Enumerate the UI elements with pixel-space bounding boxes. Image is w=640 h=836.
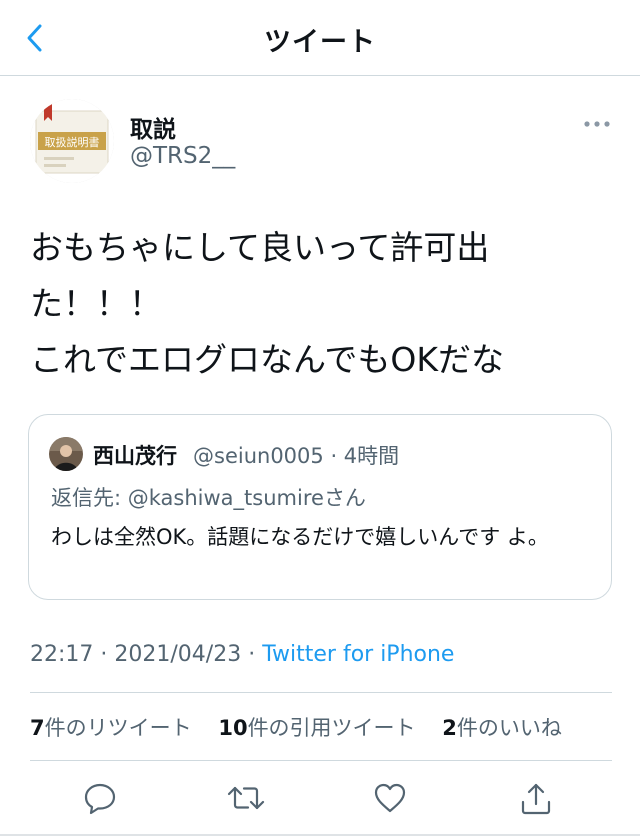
- meta-separator: ·: [100, 642, 108, 667]
- heart-icon: [374, 783, 406, 813]
- quotes-count: 10: [218, 716, 248, 740]
- reply-suffix: さん: [323, 486, 366, 510]
- likes-stat[interactable]: 2件のいいね: [442, 716, 562, 740]
- retweet-button[interactable]: [222, 772, 270, 824]
- meta-separator: ·: [248, 642, 256, 667]
- author-display-name[interactable]: 取説: [130, 110, 176, 144]
- reply-prefix: 返信先:: [51, 486, 122, 510]
- quotes-stat[interactable]: 10件の引用ツイート: [218, 716, 415, 740]
- retweets-count: 7: [30, 716, 45, 740]
- quoted-tweet-card[interactable]: 西山茂行 @seiun0005 · 4時間 返信先: @kashiwa_tsum…: [28, 414, 612, 600]
- likes-label: 件のいいね: [456, 716, 562, 740]
- reply-icon: [84, 783, 116, 815]
- avatar[interactable]: 取扱説明書: [30, 99, 114, 183]
- retweets-label: 件のリツイート: [44, 716, 192, 740]
- avatar-label: 取扱説明書: [45, 135, 100, 149]
- more-button[interactable]: [580, 112, 614, 136]
- quoted-tweet-text: わしは全然OK。話題になるだけで嬉しいんです よ。: [51, 525, 549, 549]
- tweet-meta: 22:17 · 2021/04/23 · Twitter for iPhone: [30, 642, 454, 667]
- quoted-author-handle-time: @seiun0005 · 4時間: [193, 440, 399, 470]
- reply-context: 返信先: @kashiwa_tsumireさん: [51, 482, 366, 512]
- tweet-text-line: た！！！: [30, 284, 162, 323]
- tweet-time: 22:17: [30, 642, 94, 667]
- tweet-date: 2021/04/23: [114, 642, 242, 667]
- like-button[interactable]: [366, 772, 414, 824]
- tweet-text-line: これでエログロなんでもOKだな: [30, 340, 504, 379]
- header-bar: ツイート: [0, 0, 640, 76]
- tweet-text-line: おもちゃにして良いって許可出: [30, 228, 490, 267]
- quoted-author-avatar: [49, 437, 83, 471]
- likes-count: 2: [442, 716, 457, 740]
- reply-handle-link[interactable]: @kashiwa_tsumire: [128, 486, 324, 510]
- retweet-icon: [227, 786, 265, 810]
- tweet-stats: 7件のリツイート 10件の引用ツイート 2件のいいね: [30, 712, 562, 742]
- tweet-text: おもちゃにして良いって許可出 た！！！ これでエログロなんでもOKだな: [30, 220, 615, 388]
- quoted-time: · 4時間: [330, 444, 400, 468]
- share-button[interactable]: [512, 772, 560, 824]
- quoted-author-handle: @seiun0005: [193, 444, 324, 468]
- quotes-label: 件の引用ツイート: [247, 716, 416, 740]
- action-bar: [0, 772, 640, 828]
- manual-book-avatar-icon: 取扱説明書: [30, 99, 114, 183]
- page-title: ツイート: [264, 27, 376, 58]
- author-handle[interactable]: @TRS2__: [130, 143, 235, 169]
- tweet-source-link[interactable]: Twitter for iPhone: [262, 642, 454, 667]
- quoted-author-name: 西山茂行: [93, 444, 177, 468]
- person-photo-icon: [49, 437, 83, 471]
- share-icon: [521, 783, 551, 815]
- more-dots-icon: [584, 121, 610, 127]
- divider: [30, 692, 612, 693]
- divider: [30, 760, 612, 761]
- retweets-stat[interactable]: 7件のリツイート: [30, 716, 192, 740]
- reply-button[interactable]: [76, 772, 124, 824]
